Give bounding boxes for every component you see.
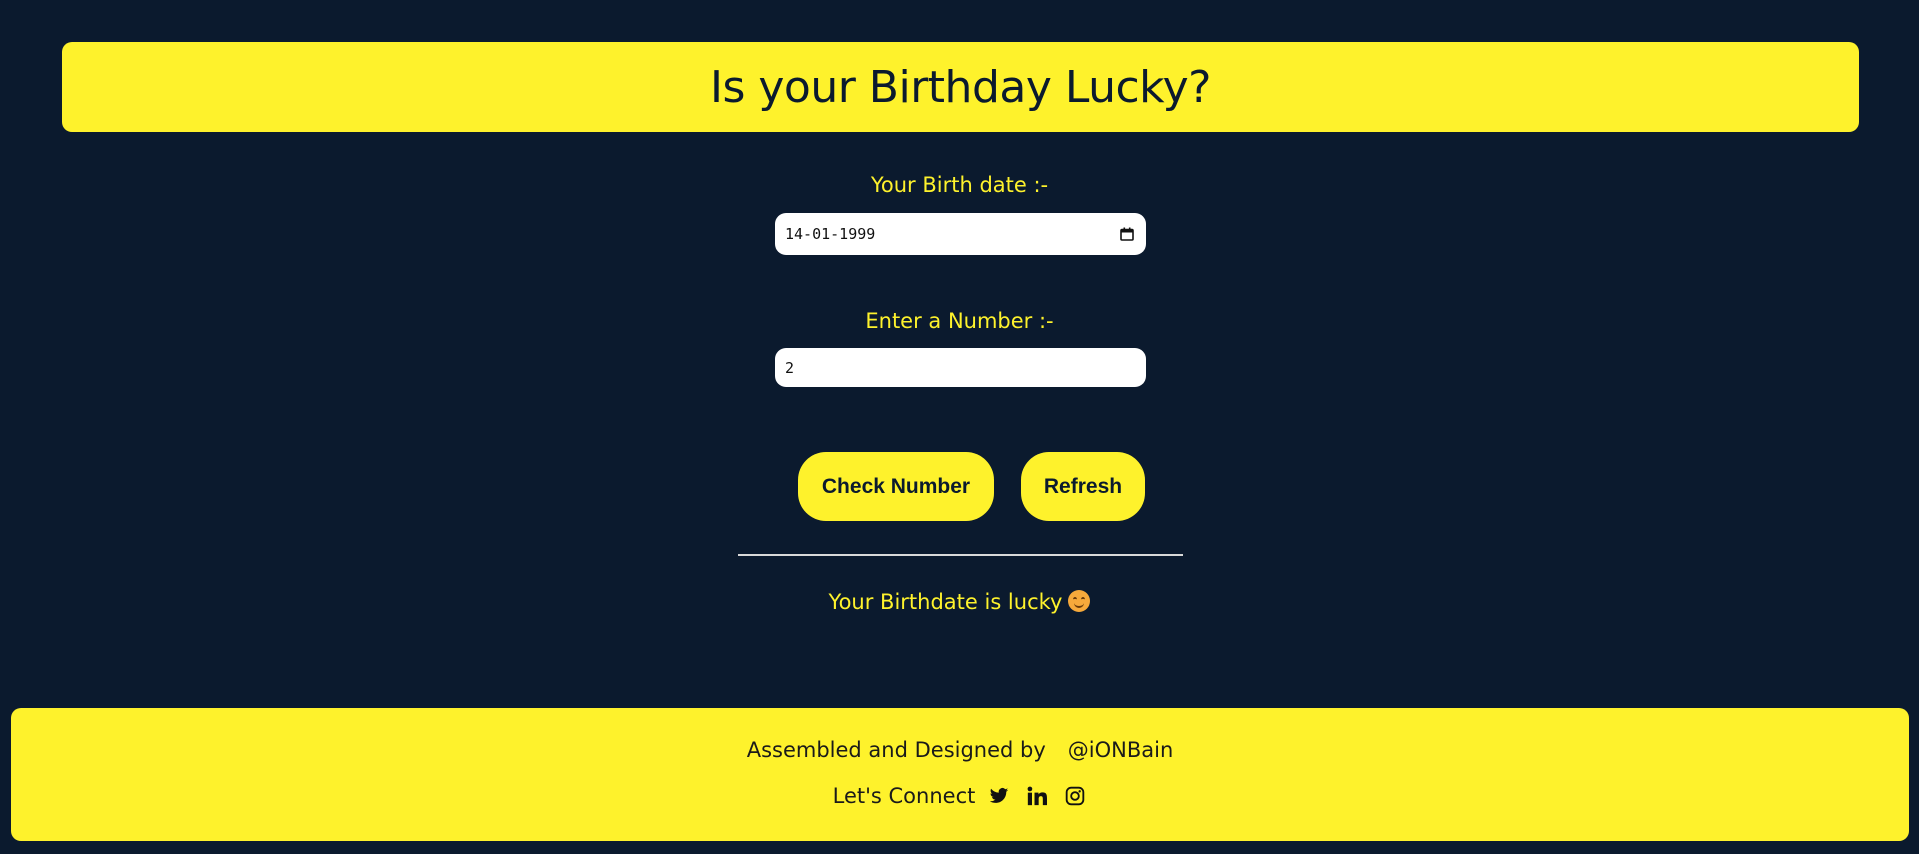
birthdate-input[interactable]: 14-01-1999 — [775, 213, 1146, 255]
footer-connect: Let's Connect — [11, 784, 1909, 808]
birthdate-label: Your Birth date :- — [870, 173, 1049, 197]
twitter-icon[interactable] — [987, 784, 1011, 808]
footer-credit: Assembled and Designed by @iONBain — [11, 738, 1909, 762]
result-message: Your Birthdate is lucky — [0, 590, 1919, 614]
footer: Assembled and Designed by @iONBain Let's … — [11, 708, 1909, 841]
birthdate-value: 14-01-1999 — [785, 225, 876, 243]
header-banner: Is your Birthday Lucky? — [62, 42, 1859, 132]
credit-text: Assembled and Designed by — [746, 738, 1046, 762]
number-value: 2 — [785, 358, 795, 377]
instagram-icon[interactable] — [1063, 784, 1087, 808]
smiling-face-icon — [1068, 590, 1091, 612]
page-title: Is your Birthday Lucky? — [710, 61, 1212, 113]
check-number-button[interactable]: Check Number — [798, 452, 994, 521]
number-input[interactable]: 2 — [775, 348, 1146, 387]
linkedin-icon[interactable] — [1025, 784, 1049, 808]
number-label: Enter a Number :- — [865, 309, 1054, 333]
calendar-icon[interactable] — [1120, 227, 1134, 241]
connect-text: Let's Connect — [832, 784, 976, 808]
divider — [738, 554, 1183, 556]
refresh-button[interactable]: Refresh — [1021, 452, 1145, 521]
page: Is your Birthday Lucky? Your Birth date … — [0, 0, 1919, 854]
result-text: Your Birthdate is lucky — [828, 590, 1063, 614]
author-handle-link[interactable]: @iONBain — [1068, 738, 1174, 762]
